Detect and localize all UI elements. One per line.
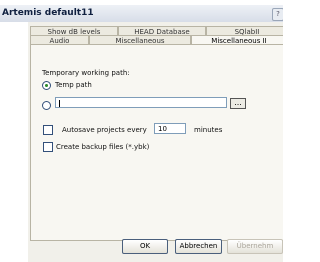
dialog-body: Show dB levels HEAD Database SQlabII Aud… [28, 22, 283, 262]
custom-path-radio[interactable] [42, 101, 51, 110]
backup-checkbox[interactable] [43, 142, 53, 152]
autosave-checkbox[interactable] [43, 125, 53, 135]
custom-path-input[interactable] [55, 97, 227, 108]
working-path-heading: Temporary working path: [42, 69, 130, 77]
title-bar[interactable]: Artemis default11 ? [0, 5, 283, 22]
options-dialog: Artemis default11 ? Show dB levels HEAD … [0, 0, 283, 262]
window-title: Artemis default11 [2, 8, 94, 18]
help-button[interactable]: ? [272, 8, 283, 21]
backup-label: Create backup files (*.ybk) [56, 143, 150, 151]
autosave-label: Autosave projects every [62, 126, 147, 134]
browse-button[interactable]: ... [230, 98, 246, 109]
temp-path-label: Temp path [55, 81, 92, 89]
ok-button[interactable]: OK [122, 239, 168, 254]
temp-path-radio[interactable] [42, 81, 51, 90]
cancel-button[interactable]: Abbrechen [175, 239, 222, 254]
apply-button[interactable]: Übernehm [227, 239, 283, 254]
autosave-unit-label: minutes [194, 126, 223, 134]
text-caret [59, 100, 60, 107]
autosave-minutes-input[interactable]: 10 [154, 123, 186, 134]
